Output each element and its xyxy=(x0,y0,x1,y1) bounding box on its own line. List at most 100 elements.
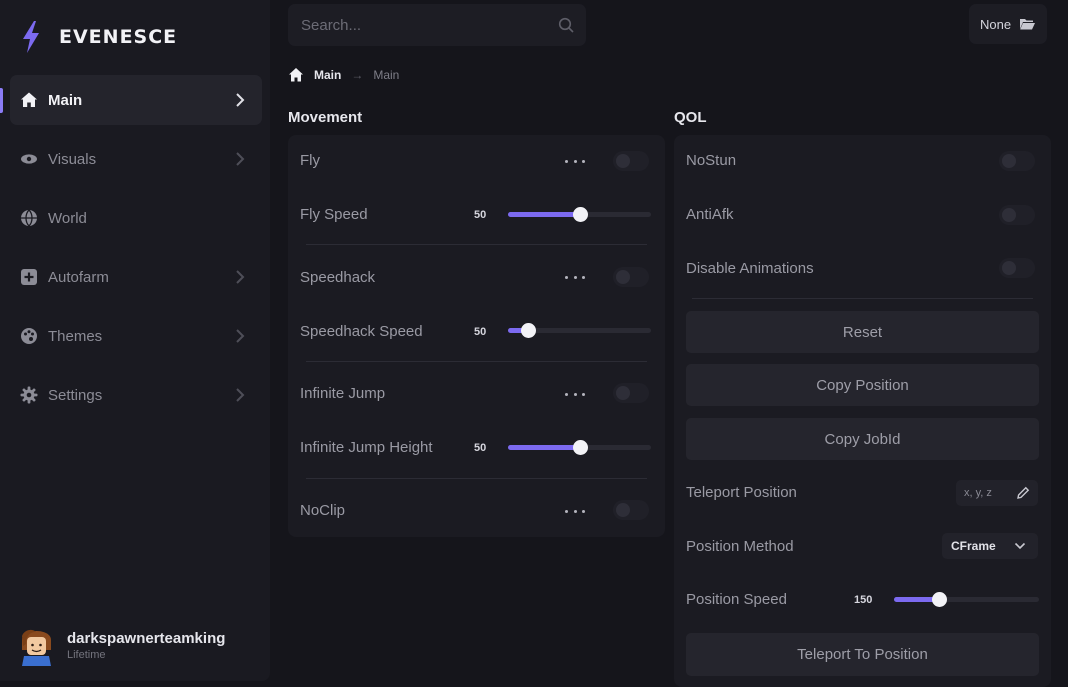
speedhack-toggle[interactable] xyxy=(613,267,649,287)
antiafk-row: AntiAfk xyxy=(686,206,734,223)
user-profile: darkspawnerteamking Lifetime xyxy=(18,624,225,666)
chevron-right-icon xyxy=(236,93,245,107)
user-subscription: Lifetime xyxy=(67,648,106,661)
copy-jobid-button[interactable]: Copy JobId xyxy=(686,418,1039,460)
nostun-toggle[interactable] xyxy=(999,151,1035,171)
more-options-icon[interactable] xyxy=(565,508,585,514)
speedhack-speed-value: 50 xyxy=(474,326,487,338)
teleport-position-field xyxy=(956,480,1038,506)
fly-speed-row: Fly Speed xyxy=(300,206,368,223)
slider-thumb[interactable] xyxy=(572,207,588,222)
chevron-right-icon xyxy=(236,270,245,284)
sidebar-item-label: Visuals xyxy=(48,150,97,168)
fly-toggle[interactable] xyxy=(613,151,649,171)
divider xyxy=(692,298,1033,299)
lightning-icon xyxy=(23,21,39,53)
chevron-down-icon xyxy=(1014,542,1026,550)
teleport-position-input[interactable] xyxy=(964,487,1008,499)
slider-thumb[interactable] xyxy=(572,440,588,455)
speedhack-speed-slider[interactable] xyxy=(508,323,651,338)
breadcrumb-current: Main xyxy=(373,68,400,82)
fly-row: Fly xyxy=(300,152,320,169)
eye-icon xyxy=(20,150,38,168)
chevron-right-icon xyxy=(236,329,245,343)
dropdown-selected-value: CFrame xyxy=(951,539,996,553)
noclip-label: NoClip xyxy=(300,502,346,519)
position-speed-row: Position Speed xyxy=(686,591,787,608)
sidebar-item-autofarm[interactable]: Autofarm xyxy=(10,252,262,302)
sidebar-item-world[interactable]: World xyxy=(10,193,262,243)
avatar xyxy=(22,629,51,666)
slider-thumb[interactable] xyxy=(521,323,537,338)
arrow-right-icon: → xyxy=(351,68,364,82)
position-speed-label: Position Speed xyxy=(686,591,787,608)
palette-icon xyxy=(20,327,38,345)
sidebar: EVENESCE Main Visuals World Autofarm The… xyxy=(0,0,270,681)
noclip-toggle[interactable] xyxy=(613,500,649,520)
infinite-jump-toggle[interactable] xyxy=(613,383,649,403)
fly-speed-slider[interactable] xyxy=(508,207,651,222)
home-icon xyxy=(20,91,38,109)
divider xyxy=(306,244,647,245)
fly-speed-label: Fly Speed xyxy=(300,206,368,223)
sidebar-item-main[interactable]: Main xyxy=(10,75,262,125)
speedhack-label: Speedhack xyxy=(300,269,376,286)
sidebar-item-label: Themes xyxy=(48,327,103,345)
speedhack-speed-row: Speedhack Speed xyxy=(300,323,423,340)
app-window: EVENESCE Main Visuals World Autofarm The… xyxy=(0,0,1068,687)
antiafk-label: AntiAfk xyxy=(686,206,734,223)
noclip-row: NoClip xyxy=(300,502,345,519)
infinite-jump-height-row: Infinite Jump Height xyxy=(300,439,433,456)
infinite-jump-height-slider[interactable] xyxy=(508,440,651,455)
sidebar-nav: Main Visuals World Autofarm Themes Setti… xyxy=(10,75,262,429)
antiafk-toggle[interactable] xyxy=(999,205,1035,225)
infinite-jump-height-value: 50 xyxy=(474,442,487,454)
search-box xyxy=(288,4,586,46)
position-method-dropdown[interactable]: CFrame xyxy=(942,533,1038,559)
sidebar-item-label: Main xyxy=(48,91,83,109)
divider xyxy=(306,361,647,362)
fly-label: Fly xyxy=(300,152,320,169)
speedhack-speed-label: Speedhack Speed xyxy=(300,323,423,340)
chevron-right-icon xyxy=(236,388,245,402)
slider-thumb[interactable] xyxy=(931,592,947,607)
plus-square-icon xyxy=(20,268,38,286)
sidebar-item-label: World xyxy=(48,209,87,227)
config-label: None xyxy=(980,16,1012,32)
more-options-icon[interactable] xyxy=(565,391,585,397)
home-icon xyxy=(289,68,303,82)
divider xyxy=(306,478,647,479)
nostun-row: NoStun xyxy=(686,152,736,169)
more-options-icon[interactable] xyxy=(565,274,585,280)
infinite-jump-label: Infinite Jump xyxy=(300,385,386,402)
search-icon[interactable] xyxy=(558,17,574,33)
sidebar-item-visuals[interactable]: Visuals xyxy=(10,134,262,184)
user-name: darkspawnerteamking xyxy=(67,629,226,647)
reset-button[interactable]: Reset xyxy=(686,311,1039,353)
search-input[interactable] xyxy=(301,16,541,34)
breadcrumb-item[interactable]: Main xyxy=(314,68,341,82)
position-speed-slider[interactable] xyxy=(894,592,1039,607)
sidebar-item-label: Autofarm xyxy=(48,268,109,286)
speedhack-row: Speedhack xyxy=(300,269,375,286)
logo-text: EVENESCE xyxy=(59,26,178,48)
position-method-row: Position Method xyxy=(686,538,794,555)
more-options-icon[interactable] xyxy=(565,158,585,164)
pencil-icon[interactable] xyxy=(1016,486,1030,500)
qol-section-title: QOL xyxy=(674,109,707,126)
globe-icon xyxy=(20,209,38,227)
config-selector[interactable]: None xyxy=(969,4,1047,44)
chevron-right-icon xyxy=(236,152,245,166)
position-method-label: Position Method xyxy=(686,538,794,555)
sidebar-item-themes[interactable]: Themes xyxy=(10,311,262,361)
disable-animations-toggle[interactable] xyxy=(999,258,1035,278)
teleport-to-position-button[interactable]: Teleport To Position xyxy=(686,633,1039,676)
active-nav-marker xyxy=(0,88,3,113)
disable-animations-label: Disable Animations xyxy=(686,260,814,277)
fly-speed-value: 50 xyxy=(474,209,487,221)
nostun-label: NoStun xyxy=(686,152,737,169)
infinite-jump-row: Infinite Jump xyxy=(300,385,385,402)
copy-position-button[interactable]: Copy Position xyxy=(686,364,1039,406)
sidebar-item-settings[interactable]: Settings xyxy=(10,370,262,420)
disable-animations-row: Disable Animations xyxy=(686,260,814,277)
